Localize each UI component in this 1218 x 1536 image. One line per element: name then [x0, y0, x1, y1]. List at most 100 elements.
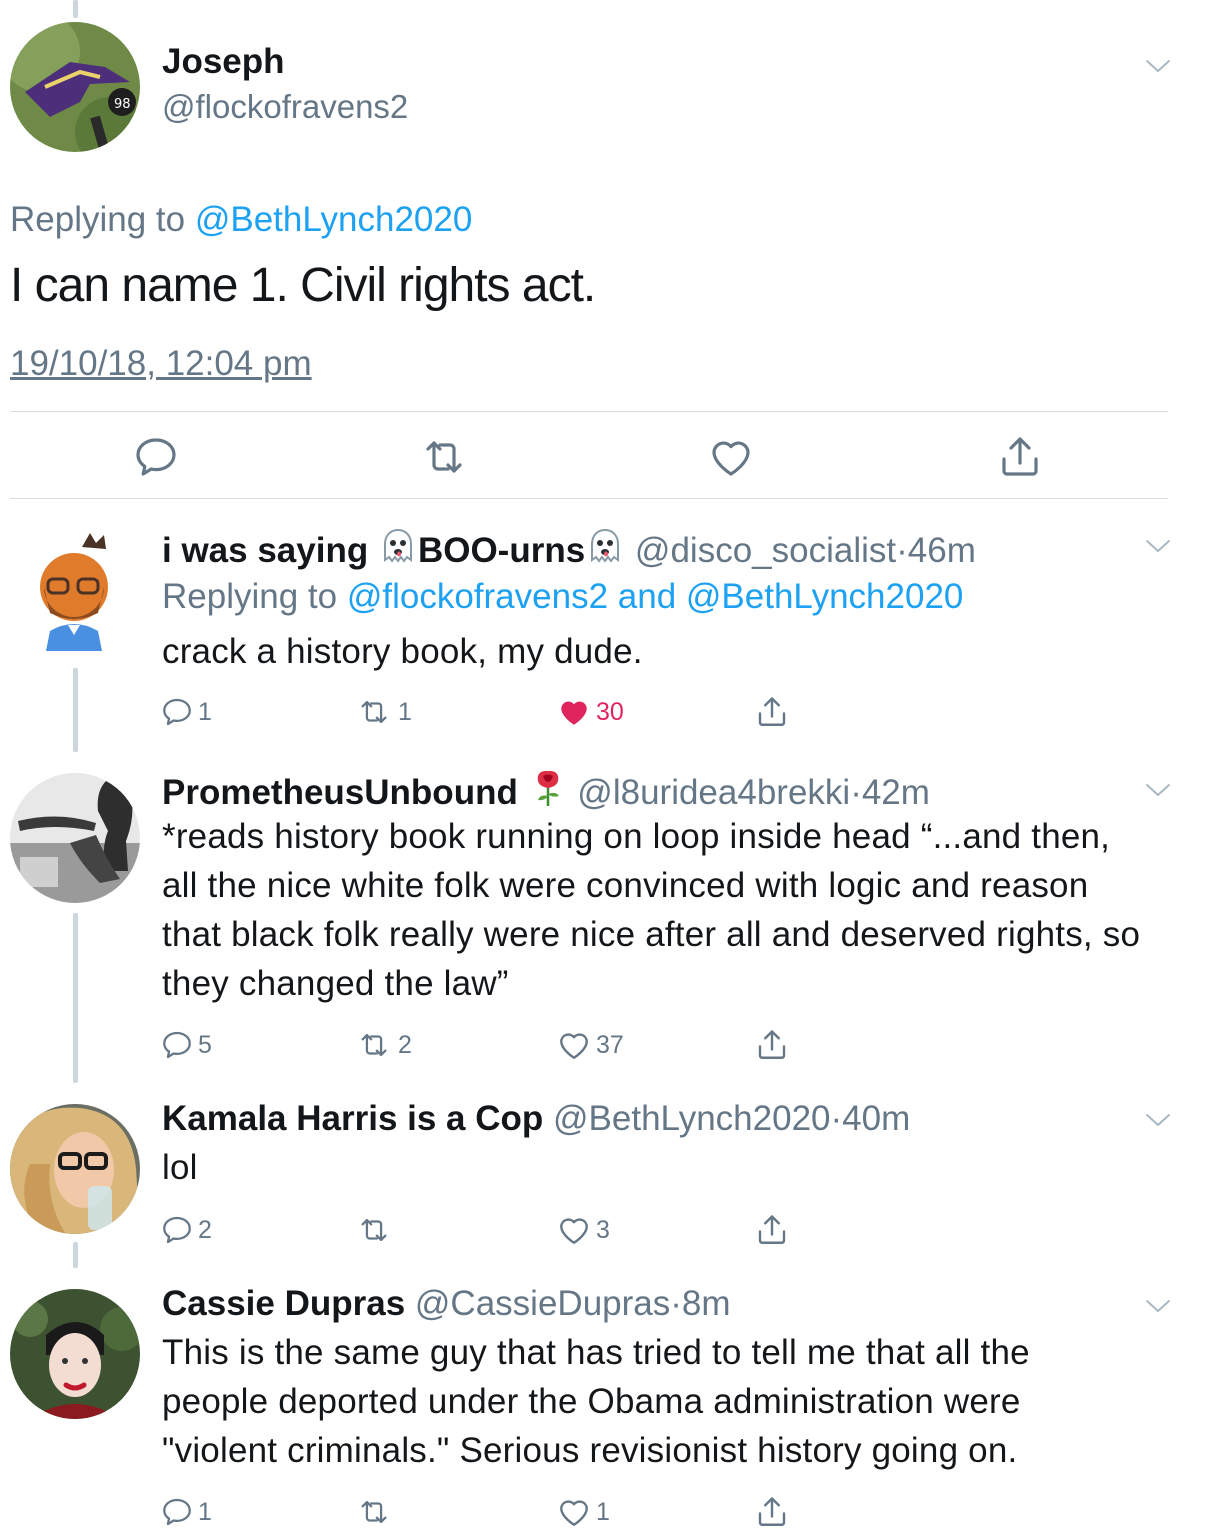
like-button[interactable]: 1: [556, 1492, 610, 1532]
rose-emoji-icon: [528, 768, 568, 808]
divider-bottom: [10, 498, 1168, 499]
share-button[interactable]: [754, 692, 790, 732]
avatar-cassie-dupras[interactable]: [10, 1289, 140, 1419]
reply-icon: [160, 1495, 194, 1529]
heart-icon: [556, 694, 592, 730]
reply-author-name[interactable]: Kamala Harris is a Cop: [162, 1099, 543, 1138]
like-button[interactable]: 37: [556, 1025, 624, 1065]
reply-time[interactable]: 40m: [842, 1099, 910, 1138]
share-button[interactable]: [754, 1210, 790, 1250]
reply-button[interactable]: 1: [160, 1492, 212, 1532]
reply-icon: [160, 695, 194, 729]
reply-author-handle[interactable]: @CassieDupras: [415, 1284, 670, 1323]
reply-text: crack a history book, my dude.: [162, 632, 643, 671]
reply-author-name[interactable]: PrometheusUnbound: [162, 773, 518, 812]
chevron-down-icon[interactable]: [1145, 1298, 1171, 1314]
share-button[interactable]: [754, 1025, 790, 1065]
reply-button[interactable]: 2: [160, 1210, 212, 1250]
share-icon: [754, 1212, 790, 1248]
reply-count: 2: [198, 1215, 212, 1244]
replying-to-line: Replying to @flockofravens2 and @BethLyn…: [162, 577, 963, 617]
reply-author-handle[interactable]: @disco_socialist: [635, 531, 896, 570]
ghost-emoji-icon: [585, 526, 625, 566]
retweet-button[interactable]: [354, 1492, 398, 1532]
reply-time[interactable]: 8m: [682, 1284, 731, 1323]
reply-text: *reads history book running on loop insi…: [162, 817, 1141, 1003]
author-name[interactable]: Joseph: [162, 42, 285, 82]
avatar-prometheus-image: [10, 773, 140, 903]
reply-count: 1: [198, 697, 212, 726]
reply-header: i was saying BOO-urns @disco_socialist·4…: [162, 526, 976, 571]
heart-icon: [556, 1027, 592, 1063]
author-handle[interactable]: @flockofravens2: [162, 88, 408, 126]
reply-author-handle[interactable]: @l8uridea4brekki: [577, 773, 850, 812]
share-icon: [754, 1494, 790, 1530]
tweet-text: I can name 1. Civil rights act.: [10, 259, 596, 312]
reply-button[interactable]: 1: [160, 692, 212, 732]
tweet-timestamp[interactable]: 19/10/18, 12:04 pm: [10, 344, 312, 384]
avatar-disco-socialist[interactable]: [10, 525, 140, 655]
share-button[interactable]: [754, 1492, 790, 1532]
thread-connector: [73, 1242, 78, 1268]
retweet-count: 2: [398, 1030, 412, 1059]
avatar-prometheus[interactable]: [10, 773, 140, 903]
reply-author-name[interactable]: i was saying: [162, 531, 368, 570]
reply-text: This is the same guy that has tried to t…: [162, 1333, 1030, 1470]
avatar-bethlynch[interactable]: [10, 1104, 140, 1234]
retweet-icon: [354, 1028, 394, 1062]
retweet-icon: [354, 1213, 394, 1247]
avatar-disco-socialist-image: [10, 525, 140, 655]
thread-connector: [73, 668, 78, 752]
chevron-down-icon[interactable]: [1145, 1112, 1171, 1128]
reply-author-name[interactable]: Cassie Dupras: [162, 1284, 405, 1323]
retweet-button[interactable]: [354, 1210, 398, 1250]
replying-to-mention[interactable]: @BethLynch2020: [195, 200, 473, 239]
reply-text: lol: [162, 1148, 198, 1187]
avatar-bethlynch-image: [10, 1104, 140, 1234]
svg-text:98: 98: [114, 97, 131, 112]
reply-header: Kamala Harris is a Cop @BethLynch2020·40…: [162, 1099, 910, 1139]
like-count: 1: [596, 1497, 610, 1526]
replying-to-mentions[interactable]: @flockofravens2 and @BethLynch2020: [347, 577, 964, 616]
reply-count: 1: [198, 1497, 212, 1526]
ghost-emoji-icon: [378, 526, 418, 566]
reply-header: PrometheusUnbound @l8uridea4brekki·42m: [162, 768, 930, 813]
reply-icon[interactable]: [132, 433, 180, 481]
heart-icon[interactable]: [707, 433, 755, 481]
share-icon: [754, 1027, 790, 1063]
share-icon: [754, 694, 790, 730]
replying-to-line: Replying to @BethLynch2020: [10, 200, 472, 240]
share-icon[interactable]: [996, 433, 1044, 481]
like-button[interactable]: 3: [556, 1210, 610, 1250]
like-button[interactable]: 30: [556, 692, 624, 732]
reply-time[interactable]: 46m: [908, 531, 976, 570]
avatar-joseph-image: 98: [10, 22, 140, 152]
retweet-icon: [354, 1495, 394, 1529]
heart-icon: [556, 1494, 592, 1530]
avatar-joseph[interactable]: 98: [10, 22, 140, 152]
reply-separator: ·: [670, 1284, 682, 1323]
chevron-down-icon[interactable]: [1145, 58, 1171, 74]
like-count: 3: [596, 1215, 610, 1244]
reply-button[interactable]: 5: [160, 1025, 212, 1065]
reply-author-handle[interactable]: @BethLynch2020: [553, 1099, 831, 1138]
like-count: 30: [596, 697, 624, 726]
reply-separator: ·: [850, 773, 862, 812]
retweet-count: 1: [398, 697, 412, 726]
replying-to-label: Replying to: [10, 200, 186, 239]
reply-count: 5: [198, 1030, 212, 1059]
reply-separator: ·: [830, 1099, 843, 1138]
reply-header: Cassie Dupras @CassieDupras·8m: [162, 1284, 731, 1324]
thread-connector-top: [73, 0, 78, 18]
thread-connector: [73, 913, 78, 1083]
chevron-down-icon[interactable]: [1145, 782, 1171, 798]
chevron-down-icon[interactable]: [1145, 538, 1171, 554]
reply-time[interactable]: 42m: [862, 773, 930, 812]
reply-author-name-part2[interactable]: BOO-urns: [418, 531, 585, 570]
retweet-button[interactable]: 1: [354, 692, 412, 732]
replying-to-label: Replying to: [162, 577, 338, 616]
reply-separator: ·: [896, 531, 908, 570]
retweet-button[interactable]: 2: [354, 1025, 412, 1065]
like-count: 37: [596, 1030, 624, 1059]
retweet-icon[interactable]: [420, 433, 468, 481]
